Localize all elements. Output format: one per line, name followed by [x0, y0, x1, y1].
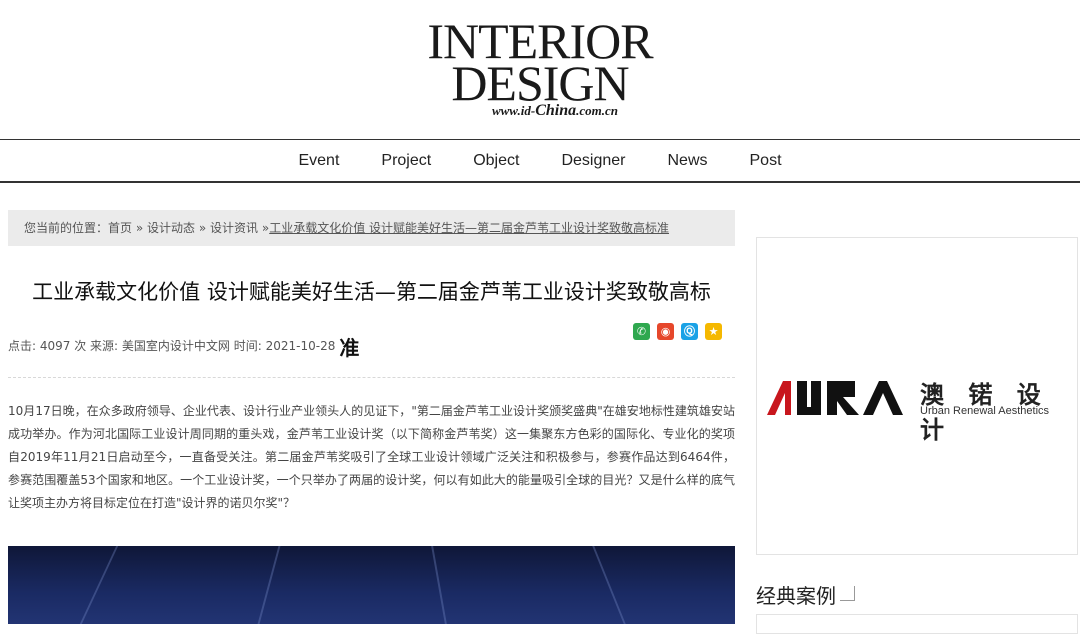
- wechat-icon[interactable]: ✆: [633, 323, 650, 340]
- divider: [8, 377, 735, 378]
- breadcrumb-current[interactable]: 工业承载文化价值 设计赋能美好生活—第二届金芦苇工业设计奖致敬高标准: [269, 221, 669, 235]
- nav-news[interactable]: News: [667, 152, 707, 170]
- breadcrumb-design-news[interactable]: 设计动态: [147, 221, 195, 235]
- nav-object[interactable]: Object: [473, 152, 519, 170]
- breadcrumb-separator: »: [132, 221, 148, 235]
- nav-designer[interactable]: Designer: [561, 152, 625, 170]
- article-image: [8, 546, 735, 624]
- section-title-text: 经典案例: [756, 584, 836, 608]
- logo-line-design: DESIGN: [451, 55, 629, 111]
- ad-tagline: Urban Renewal Aesthetics: [920, 405, 1050, 417]
- site-logo[interactable]: INTERIOR DESIGN www.id-China.com.cn: [0, 0, 1080, 138]
- aura-logo: [767, 381, 903, 415]
- article-paragraph: 10月17日晚，在众多政府领导、企业代表、设计行业产业领头人的见证下，"第二届金…: [8, 404, 735, 510]
- classic-cases-box: [756, 614, 1078, 634]
- share-bar: ✆ ◉ Ⓠ ★: [633, 323, 722, 340]
- nav-project[interactable]: Project: [381, 152, 431, 170]
- meta-clicks-label: 点击:: [8, 339, 40, 353]
- logo-url-prefix: www.id-: [491, 103, 536, 118]
- qzone-icon[interactable]: ★: [705, 323, 722, 340]
- article-meta: 点击: 4097 次 来源: 美国室内设计中文网 时间: 2021-10-28 准: [8, 332, 359, 361]
- meta-time-label: 时间:: [229, 339, 266, 353]
- meta-clicks-unit: 次: [70, 339, 91, 353]
- breadcrumb-separator: »: [195, 221, 211, 235]
- qq-icon[interactable]: Ⓠ: [681, 323, 698, 340]
- image-beam: [79, 546, 119, 624]
- image-beam: [592, 546, 626, 624]
- breadcrumb-home[interactable]: 首页: [108, 221, 132, 235]
- image-beam: [431, 546, 447, 624]
- article-title: 工业承载文化价值 设计赋能美好生活—第二届金芦苇工业设计奖致敬高标: [32, 280, 711, 304]
- meta-source-label: 来源:: [90, 339, 122, 353]
- image-beam: [257, 546, 281, 624]
- breadcrumb-separator: »: [258, 221, 270, 235]
- corner-icon: [840, 586, 855, 601]
- logo-url: www.id-China.com.cn: [0, 102, 1080, 120]
- breadcrumb-design-info[interactable]: 设计资讯: [210, 221, 258, 235]
- title-overflow-char: 准: [339, 336, 360, 360]
- weibo-icon[interactable]: ◉: [657, 323, 674, 340]
- section-title-classic-cases: 经典案例: [756, 580, 855, 609]
- main-nav: Event Project Object Designer News Post: [0, 139, 1080, 183]
- logo-url-brand: China: [535, 102, 577, 119]
- breadcrumb-prefix: 您当前的位置：: [24, 221, 109, 235]
- logo-url-suffix: .com.cn: [576, 103, 619, 118]
- nav-post[interactable]: Post: [750, 152, 782, 170]
- meta-time: 2021-10-28: [265, 339, 336, 353]
- sidebar-ad-aura[interactable]: 澳 锘 设 计 Urban Renewal Aesthetics: [756, 237, 1078, 555]
- breadcrumb: 您当前的位置：首页 » 设计动态 » 设计资讯 »工业承载文化价值 设计赋能美好…: [8, 210, 735, 246]
- meta-source: 美国室内设计中文网: [121, 339, 230, 353]
- meta-clicks: 4097: [39, 339, 71, 353]
- nav-event[interactable]: Event: [298, 152, 339, 170]
